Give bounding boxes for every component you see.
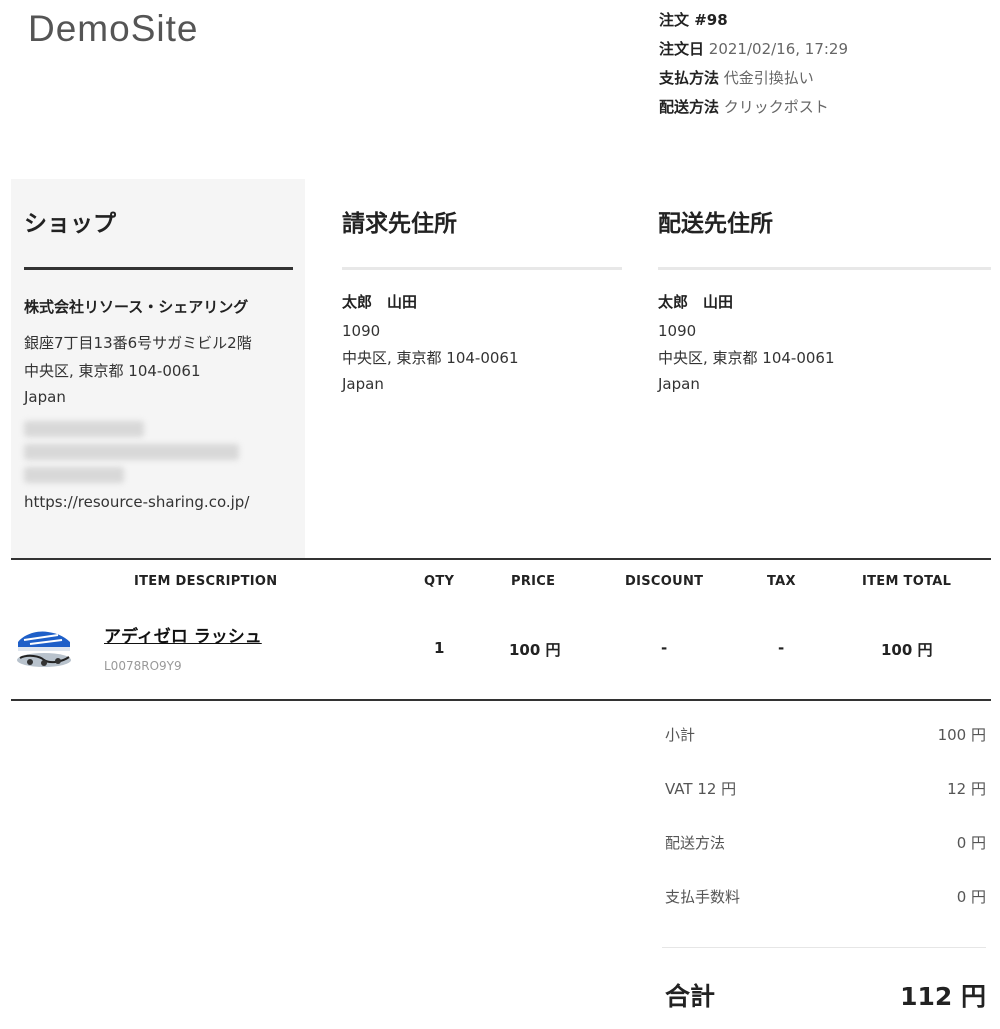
address-line: 1090 bbox=[342, 322, 381, 340]
address-line: 中央区, 東京都 104-0061 bbox=[342, 349, 519, 367]
divider bbox=[658, 267, 991, 270]
address-line: Japan bbox=[342, 375, 384, 393]
header-discount: DISCOUNT bbox=[625, 574, 704, 589]
shoe-thumbnail-icon bbox=[17, 631, 71, 667]
order-date: 注文日 2021/02/16, 17:29 bbox=[659, 40, 849, 58]
summary-label: 支払手数料 bbox=[665, 888, 741, 906]
redacted-line bbox=[24, 421, 144, 437]
item-tax: - bbox=[778, 639, 785, 657]
summary-vat: VAT 12 円 12 円 bbox=[665, 778, 986, 799]
summary-label: VAT 12 円 bbox=[665, 780, 737, 798]
shipping-method: 配送方法 クリックポスト bbox=[659, 98, 829, 116]
divider bbox=[24, 267, 293, 270]
summary-payment-fee: 支払手数料 0 円 bbox=[665, 886, 986, 907]
billing-title: 請求先住所 bbox=[342, 211, 457, 237]
address-line: Japan bbox=[24, 388, 66, 406]
address-line: Japan bbox=[658, 375, 700, 393]
grand-total-label: 合計 bbox=[665, 982, 716, 1011]
address-line: 中央区, 東京都 104-0061 bbox=[658, 349, 835, 367]
item-qty: 1 bbox=[434, 639, 445, 657]
summary-value: 100 円 bbox=[937, 726, 986, 744]
summary-value: 12 円 bbox=[947, 780, 986, 798]
header-tax: TAX bbox=[767, 574, 796, 589]
table-top-rule bbox=[11, 558, 991, 560]
grand-total: 合計 112 円 bbox=[665, 977, 986, 1013]
redacted-line bbox=[24, 444, 239, 460]
item-total: 100 円 bbox=[881, 641, 933, 659]
order-meta: 注文 #98 注文日 2021/02/16, 17:29 支払方法 代金引換払い… bbox=[659, 6, 848, 122]
summary-label: 配送方法 bbox=[665, 834, 726, 852]
shop-name: 株式会社リソース・シェアリング bbox=[24, 298, 249, 316]
summary-value: 0 円 bbox=[956, 888, 986, 906]
item-price: 100 円 bbox=[509, 641, 561, 659]
redacted-line bbox=[24, 467, 124, 483]
site-logo: DemoSite bbox=[28, 8, 199, 49]
header-qty: QTY bbox=[424, 574, 455, 589]
shipping-name: 太郎 山田 bbox=[658, 293, 734, 311]
shipping-title: 配送先住所 bbox=[658, 211, 773, 237]
summary-shipping: 配送方法 0 円 bbox=[665, 832, 986, 853]
address-line: 中央区, 東京都 104-0061 bbox=[24, 362, 201, 380]
header-item-total: ITEM TOTAL bbox=[862, 574, 952, 589]
redacted-contact bbox=[24, 410, 293, 483]
shop-url[interactable]: https://resource-sharing.co.jp/ bbox=[24, 490, 293, 514]
grand-total-value: 112 円 bbox=[900, 982, 986, 1011]
shop-address: ショップ 株式会社リソース・シェアリング 銀座7丁目13番6号サガミビル2階 中… bbox=[24, 207, 293, 514]
billing-address: 請求先住所 太郎 山田 1090 中央区, 東京都 104-0061 Japan bbox=[342, 207, 622, 394]
table-bottom-rule bbox=[11, 699, 991, 701]
item-discount: - bbox=[661, 639, 668, 657]
address-line: 1090 bbox=[658, 322, 697, 340]
product-name-link[interactable]: アディゼロ ラッシュ bbox=[104, 622, 262, 647]
summary-divider bbox=[662, 947, 986, 948]
order-number: 注文 #98 bbox=[659, 11, 728, 29]
divider bbox=[342, 267, 622, 270]
summary-value: 0 円 bbox=[956, 834, 986, 852]
product-sku: L0078RO9Y9 bbox=[104, 659, 182, 673]
payment-method: 支払方法 代金引換払い bbox=[659, 69, 814, 87]
billing-name: 太郎 山田 bbox=[342, 293, 418, 311]
header-item-description: ITEM DESCRIPTION bbox=[134, 574, 278, 589]
shipping-address: 配送先住所 太郎 山田 1090 中央区, 東京都 104-0061 Japan bbox=[658, 207, 991, 394]
shop-title: ショップ bbox=[24, 211, 116, 237]
summary-subtotal: 小計 100 円 bbox=[665, 724, 986, 745]
summary-label: 小計 bbox=[665, 726, 696, 744]
address-line: 銀座7丁目13番6号サガミビル2階 bbox=[24, 334, 252, 352]
header-price: PRICE bbox=[511, 574, 556, 589]
